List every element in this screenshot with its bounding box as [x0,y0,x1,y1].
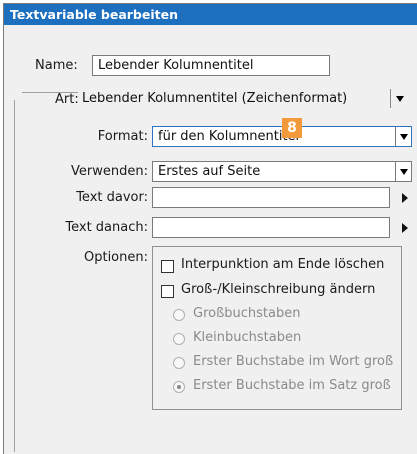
chevron-down-icon[interactable] [390,89,406,108]
optionen-label: Optionen: [83,250,148,265]
radio-erster-buchstabe-satz[interactable] [173,381,185,393]
text-danach-label: Text danach: [65,220,148,235]
special-characters-menu-icon[interactable] [402,223,408,233]
name-label: Name: [35,58,78,73]
interpunktion-label[interactable]: Interpunktion am Ende löschen [181,257,384,272]
chevron-down-icon[interactable] [395,127,411,146]
name-input[interactable]: Lebender Kolumnentitel [92,55,330,76]
radio-kleinbuchstaben[interactable] [173,333,185,345]
verwenden-dropdown-value: Erstes auf Seite [158,164,261,179]
verwenden-label: Verwenden: [71,164,148,179]
radio-grossbuchstaben[interactable] [173,309,185,321]
special-characters-menu-icon[interactable] [402,193,408,203]
gross-klein-checkbox[interactable] [161,285,174,298]
chevron-down-icon[interactable] [395,162,411,181]
annotation-badge: 8 [282,118,302,138]
text-davor-label: Text davor: [76,190,148,205]
title-bar[interactable]: Textvariable bearbeiten [4,4,417,25]
verwenden-dropdown[interactable]: Erstes auf Seite [152,161,412,182]
radio-erster-buchstabe-wort-label[interactable]: Erster Buchstabe im Wort groß [193,354,393,369]
gross-klein-label[interactable]: Groß-/Kleinschreibung ändern [181,282,375,297]
group-frame-notch [14,86,22,100]
interpunktion-checkbox[interactable] [161,260,174,273]
text-davor-input[interactable] [152,187,390,208]
art-dropdown[interactable]: Lebender Kolumnentitel (Zeichenformat) [78,89,410,110]
name-input-value: Lebender Kolumnentitel [98,58,254,73]
radio-erster-buchstabe-satz-label[interactable]: Erster Buchstabe im Satz groß [193,378,391,393]
radio-grossbuchstaben-label[interactable]: Großbuchstaben [193,306,300,321]
format-label: Format: [97,129,148,144]
art-label: Art: [55,92,79,107]
art-dropdown-value: Lebender Kolumnentitel (Zeichenformat) [82,91,348,106]
text-danach-input[interactable] [152,217,390,238]
format-dropdown-value: für den Kolumnentitel [158,129,300,144]
radio-erster-buchstabe-wort[interactable] [173,357,185,369]
dialog-title: Textvariable bearbeiten [10,7,178,22]
radio-kleinbuchstaben-label[interactable]: Kleinbuchstaben [193,330,301,345]
